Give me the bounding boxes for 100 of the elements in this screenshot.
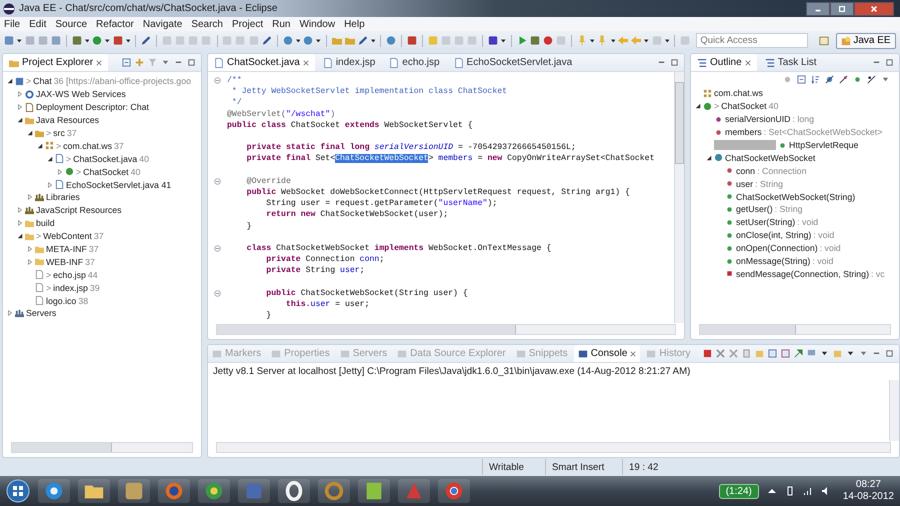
tree-item[interactable]: Libraries [35,192,80,202]
caret-icon[interactable] [610,38,616,42]
tree-item[interactable]: META-INF 37 [35,244,99,254]
menu-item[interactable]: Search [191,18,223,30]
expand-arrow-icon[interactable] [47,156,53,162]
fold-icon[interactable] [214,77,221,84]
tree-item[interactable]: JAX-WS Web Services [25,89,126,100]
view-menu-icon[interactable] [859,349,868,358]
maximize-button[interactable] [830,2,854,16]
start-button[interactable] [6,479,30,503]
expand-arrow-icon[interactable] [706,154,712,161]
caret-icon[interactable] [296,38,300,42]
caret-icon[interactable] [820,349,829,358]
app-icon[interactable] [198,479,230,503]
expand-arrow-icon[interactable] [17,233,23,240]
caret-icon[interactable] [644,38,649,42]
collapse-all-icon[interactable] [122,58,131,67]
editor-tab[interactable]: EchoSocketServlet.java [448,54,578,71]
tree-item[interactable]: onMessage(String) : void [725,256,834,266]
battery-indicator[interactable]: (1:24) [718,484,759,498]
maximize-icon[interactable] [670,58,679,67]
menu-item[interactable]: Refactor [96,18,134,30]
caret-icon[interactable] [84,38,90,42]
perspective-button[interactable]: Java EE [836,32,896,48]
tree-item[interactable]: > echo.jsp 44 [35,270,98,280]
tree-item[interactable]: build [25,218,55,228]
hide-fields-icon[interactable] [825,75,834,84]
sort-icon[interactable] [811,75,820,84]
tree-item[interactable]: serialVersionUID : long [714,114,814,124]
maximize-icon[interactable] [885,58,894,67]
caret-icon[interactable] [664,38,670,42]
hide-static-icon[interactable] [839,75,848,84]
expand-arrow-icon[interactable] [37,142,43,149]
menu-item[interactable]: Help [344,18,365,30]
remove-icon[interactable] [716,349,725,358]
show-output-icon[interactable] [768,349,777,358]
maximize-icon[interactable] [885,349,894,358]
maximize-icon[interactable] [187,58,196,67]
display-console-icon[interactable] [807,349,816,358]
run-icon[interactable] [516,35,527,46]
caret-icon[interactable] [501,38,506,42]
tree-item[interactable]: > ChatSocket 40 [65,166,140,177]
tree-item[interactable]: conn : Connection [725,166,806,176]
signal-icon[interactable] [802,486,813,496]
tree-item[interactable]: ChatSocketWebSocket [714,152,816,163]
hide-local-types-icon[interactable] [867,75,876,84]
expand-arrow-icon[interactable] [7,78,13,84]
tree-item[interactable]: > WebContent 37 [25,231,104,242]
menu-item[interactable]: Project [232,18,264,30]
expand-arrow-icon[interactable] [17,117,23,124]
menu-item[interactable]: Run [272,18,290,30]
caret-icon[interactable] [105,38,110,42]
tree-item[interactable]: ChatSocketWebSocket(String) [725,192,856,202]
editor-tab[interactable]: ChatSocket.java [208,54,315,71]
editor-tab[interactable]: echo.jsp [383,54,446,71]
pen-icon[interactable] [141,35,152,46]
menu-item[interactable]: Navigate [142,18,182,30]
tree-item[interactable]: Servers [15,308,56,318]
menu-item[interactable]: Edit [29,18,46,30]
tree-item[interactable]: sendMessage(Connection, String) : vc [725,268,885,279]
scrollbar[interactable] [889,380,899,441]
fold-icon[interactable] [214,178,221,185]
tree-item[interactable]: WEB-INF 37 [35,256,95,267]
tray-arrow-icon[interactable] [766,486,777,496]
show-error-icon[interactable] [781,349,790,358]
tree-item[interactable]: getUser() : String [725,204,803,214]
tree-item[interactable]: setUser(String) : void [725,217,818,228]
app-icon[interactable] [118,479,150,503]
menu-item[interactable]: Source [55,18,88,30]
editor-tab[interactable]: index.jsp [316,54,382,71]
tree-item[interactable]: Java Resources [25,115,100,126]
caret-icon[interactable] [316,38,321,42]
scrollbar[interactable] [674,72,684,323]
close-icon[interactable] [744,60,751,66]
fold-icon[interactable] [214,290,221,297]
fold-icon[interactable] [214,244,221,252]
expand-arrow-icon[interactable] [27,130,33,136]
caret-icon[interactable] [370,38,376,42]
menu-item[interactable]: File [4,18,20,30]
tree-item[interactable]: > Chat 36 [https://abani-office-projects.goo [15,76,191,86]
caret-icon[interactable] [126,38,130,42]
tree-item[interactable]: onClose(int, String) : void [725,230,834,240]
tree-item[interactable]: > index.jsp 39 [35,282,100,293]
quick-access-field[interactable]: Quick Access [696,33,808,48]
folder-icon[interactable] [78,479,110,503]
view-tab[interactable]: Outline [691,54,757,71]
scrollbar[interactable] [216,442,891,453]
caret-icon[interactable] [17,38,22,42]
expand-arrow-icon[interactable] [695,103,701,110]
minimize-button[interactable] [806,2,830,16]
tree-item[interactable]: EchoSocketServlet.java 41 [55,180,172,190]
scrollbar[interactable] [216,324,676,335]
view-menu-icon[interactable] [161,58,170,67]
view-menu-icon[interactable] [881,75,890,84]
tree-item[interactable]: logo.ico 38 [35,296,88,306]
tree-item[interactable]: HttpServletReque [778,140,858,150]
collapse-all-icon[interactable] [797,75,806,84]
tree-item[interactable]: user : String [725,178,783,189]
globe-icon[interactable] [386,35,396,46]
open-perspective-icon[interactable] [819,35,830,46]
